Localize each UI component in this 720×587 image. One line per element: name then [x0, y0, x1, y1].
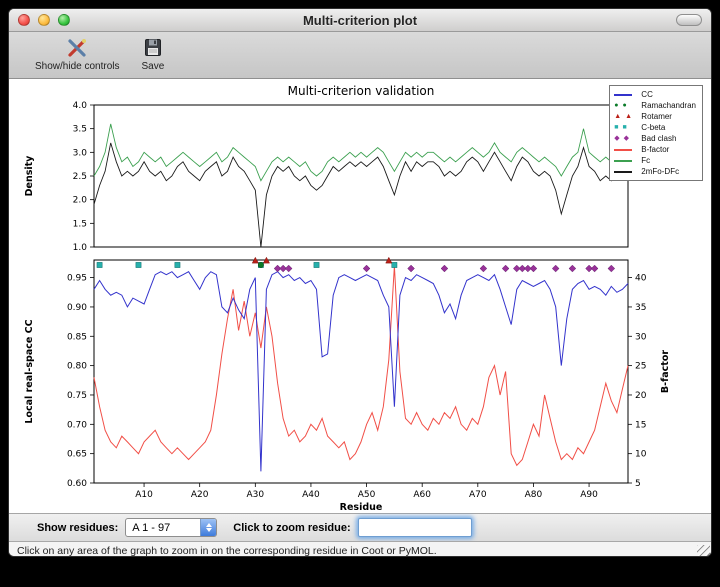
window-title: Multi-criterion plot: [303, 13, 417, 28]
zoom-window-button[interactable]: [58, 14, 70, 26]
svg-text:0.75: 0.75: [67, 391, 87, 401]
svg-text:A30: A30: [247, 490, 265, 500]
svg-text:30: 30: [635, 332, 647, 342]
show-hide-controls-label: Show/hide controls: [35, 61, 120, 72]
show-hide-controls-button[interactable]: Show/hide controls: [35, 32, 120, 72]
close-button[interactable]: [18, 14, 30, 26]
legend-item: ■ ■C-beta: [614, 122, 696, 133]
app-window: Multi-criterion plot Show/hide controls: [8, 8, 712, 557]
plot-legend: CC● ●Ramachandran▲ ▲Rotamer■ ■C-beta◆ ◆B…: [609, 85, 703, 181]
legend-item: ◆ ◆Bad clash: [614, 133, 696, 144]
svg-text:0.80: 0.80: [67, 362, 87, 372]
zoom-residue-label: Click to zoom residue:: [233, 522, 350, 534]
legend-label: C-beta: [641, 122, 665, 133]
legend-item: Fc: [614, 155, 696, 166]
controls-bar: Show residues: A 1 - 97 Click to zoom re…: [9, 513, 711, 541]
stepper[interactable]: [200, 519, 216, 536]
status-bar: Click on any area of the graph to zoom i…: [9, 541, 711, 557]
toolbar-toggle-button[interactable]: [676, 14, 702, 26]
legend-label: B-factor: [641, 144, 669, 155]
svg-text:Multi-criterion validation: Multi-criterion validation: [288, 84, 435, 98]
svg-text:2.0: 2.0: [73, 196, 88, 206]
multi-criterion-plot[interactable]: Multi-criterion validation 1.0 1.5 2.0 2.5 3.…: [16, 81, 706, 511]
legend-item: ● ●Ramachandran: [614, 100, 696, 111]
resize-grip[interactable]: [697, 545, 710, 557]
zoom-residue-input[interactable]: [358, 518, 472, 537]
svg-text:Residue: Residue: [340, 502, 383, 511]
svg-text:A80: A80: [525, 490, 543, 500]
legend-marker-icon: ● ●: [614, 100, 638, 111]
legend-item: 2mFo-DFc: [614, 166, 696, 177]
svg-text:A90: A90: [580, 490, 598, 500]
svg-text:10: 10: [635, 450, 647, 460]
legend-label: CC: [641, 89, 653, 100]
svg-text:4.0: 4.0: [73, 101, 88, 111]
svg-text:0.70: 0.70: [67, 420, 87, 430]
legend-label: Bad clash: [641, 133, 676, 144]
minimize-button[interactable]: [38, 14, 50, 26]
svg-text:A40: A40: [302, 490, 320, 500]
show-residues-label: Show residues:: [37, 522, 118, 534]
stepper-up-icon: [206, 523, 212, 527]
residue-range-select[interactable]: A 1 - 97: [125, 518, 217, 537]
svg-text:B-factor: B-factor: [660, 350, 671, 393]
plot-area: Multi-criterion validation 1.0 1.5 2.0 2.5 3.…: [9, 79, 711, 513]
svg-text:A50: A50: [358, 490, 376, 500]
legend-line-swatch: [614, 160, 638, 162]
legend-label: Fc: [641, 155, 650, 166]
legend-item: ▲ ▲Rotamer: [614, 111, 696, 122]
residue-range-value: A 1 - 97: [126, 522, 170, 534]
svg-text:0.65: 0.65: [67, 450, 87, 460]
svg-text:Local real-space CC: Local real-space CC: [24, 319, 35, 423]
svg-text:A60: A60: [413, 490, 431, 500]
legend-marker-icon: ◆ ◆: [614, 133, 638, 144]
legend-marker-icon: ▲ ▲: [614, 111, 638, 122]
svg-text:0.95: 0.95: [67, 274, 87, 284]
svg-text:1.0: 1.0: [73, 243, 88, 253]
svg-text:A10: A10: [135, 490, 153, 500]
controls-icon: [65, 36, 89, 60]
svg-text:40: 40: [635, 274, 647, 284]
svg-text:2.5: 2.5: [73, 172, 87, 182]
svg-text:1.5: 1.5: [73, 219, 87, 229]
svg-text:0.60: 0.60: [67, 479, 87, 489]
svg-text:5: 5: [635, 479, 641, 489]
legend-line-swatch: [614, 94, 638, 96]
svg-text:35: 35: [635, 303, 646, 313]
title-bar[interactable]: Multi-criterion plot: [9, 9, 711, 32]
legend-item: CC: [614, 89, 696, 100]
svg-text:Density: Density: [24, 155, 35, 197]
svg-text:3.5: 3.5: [73, 125, 87, 135]
svg-text:3.0: 3.0: [73, 148, 88, 158]
legend-line-swatch: [614, 149, 638, 151]
svg-text:20: 20: [635, 391, 647, 401]
save-label: Save: [142, 61, 165, 72]
svg-text:0.90: 0.90: [67, 303, 87, 313]
legend-label: Rotamer: [641, 111, 672, 122]
status-text: Click on any area of the graph to zoom i…: [17, 545, 437, 557]
svg-text:0.85: 0.85: [67, 332, 87, 342]
save-icon: [143, 36, 163, 60]
svg-text:15: 15: [635, 420, 646, 430]
legend-label: 2mFo-DFc: [641, 166, 679, 177]
stepper-down-icon: [206, 528, 212, 532]
toolbar: Show/hide controls Save: [9, 32, 711, 79]
legend-line-swatch: [614, 171, 638, 173]
legend-item: B-factor: [614, 144, 696, 155]
svg-text:25: 25: [635, 362, 646, 372]
legend-marker-icon: ■ ■: [614, 122, 638, 133]
legend-label: Ramachandran: [641, 100, 696, 111]
save-button[interactable]: Save: [142, 32, 165, 72]
svg-text:A70: A70: [469, 490, 487, 500]
svg-text:A20: A20: [191, 490, 209, 500]
